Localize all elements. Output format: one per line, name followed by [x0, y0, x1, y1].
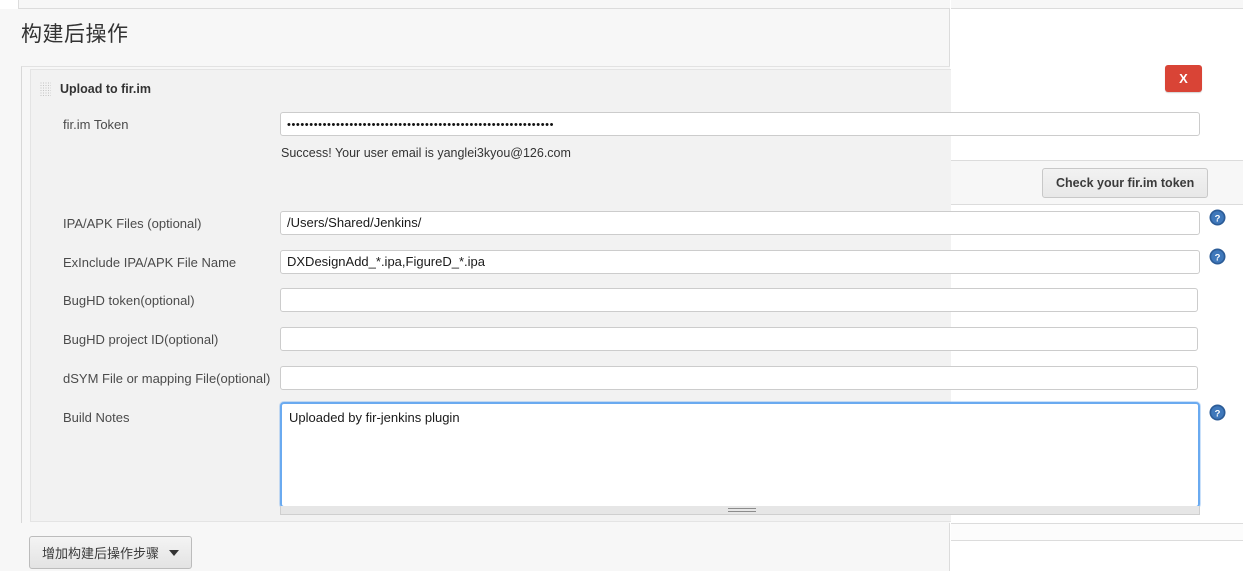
check-token-button[interactable]: Check your fir.im token — [1042, 168, 1209, 198]
page-title: 构建后操作 — [21, 23, 129, 46]
step-header[interactable]: Upload to fir.im — [40, 82, 151, 96]
fir-im-token-input[interactable]: ••••••••••••••••••••••••••••••••••••••••… — [280, 112, 1200, 136]
label-bughd-project-id: BugHD project ID(optional) — [63, 332, 219, 347]
bughd-project-id-input[interactable] — [280, 327, 1198, 351]
build-notes-resize-grip[interactable] — [280, 506, 1200, 515]
add-post-build-step-button[interactable]: 增加构建后操作步骤 — [29, 536, 193, 569]
top-divider-strip — [0, 0, 950, 9]
label-fir-im-token: fir.im Token — [63, 117, 129, 132]
exinclude-file-name-input[interactable]: DXDesignAdd_*.ipa,FigureD_*.ipa — [280, 250, 1200, 274]
top-strip-left-edge — [0, 0, 19, 9]
right-gutter-top-strip — [951, 0, 1243, 9]
build-notes-textarea[interactable] — [280, 402, 1200, 508]
drag-grip-icon[interactable] — [40, 82, 51, 96]
help-circle-icon[interactable]: ? — [1209, 209, 1226, 226]
add-post-build-step-label: 增加构建后操作步骤 — [42, 546, 160, 561]
label-ipa-apk-files: IPA/APK Files (optional) — [63, 216, 202, 231]
ipa-apk-files-input[interactable]: /Users/Shared/Jenkins/ — [280, 211, 1200, 235]
label-dsym-file: dSYM File or mapping File(optional) — [63, 371, 271, 386]
label-build-notes: Build Notes — [63, 410, 130, 425]
svg-text:?: ? — [1215, 408, 1221, 419]
help-circle-icon[interactable]: ? — [1209, 404, 1226, 421]
post-build-actions-page: 构建后操作 Upload to fir.im X fir.im Token ••… — [0, 0, 1243, 571]
help-circle-icon[interactable]: ? — [1209, 248, 1226, 265]
svg-text:?: ? — [1215, 252, 1221, 263]
build-notes-wrapper — [280, 402, 1200, 508]
right-gutter-bottom-line — [951, 540, 1243, 571]
dsym-file-input[interactable] — [280, 366, 1198, 390]
svg-text:?: ? — [1215, 213, 1221, 224]
token-status-message: Success! Your user email is yanglei3kyou… — [281, 146, 571, 160]
chevron-down-icon — [169, 549, 180, 556]
bughd-token-input[interactable] — [280, 288, 1198, 312]
label-bughd-token: BugHD token(optional) — [63, 293, 195, 308]
delete-step-button[interactable]: X — [1165, 65, 1202, 92]
step-title-label: Upload to fir.im — [60, 82, 151, 96]
label-exinclude-file-name: ExInclude IPA/APK File Name — [63, 255, 237, 270]
